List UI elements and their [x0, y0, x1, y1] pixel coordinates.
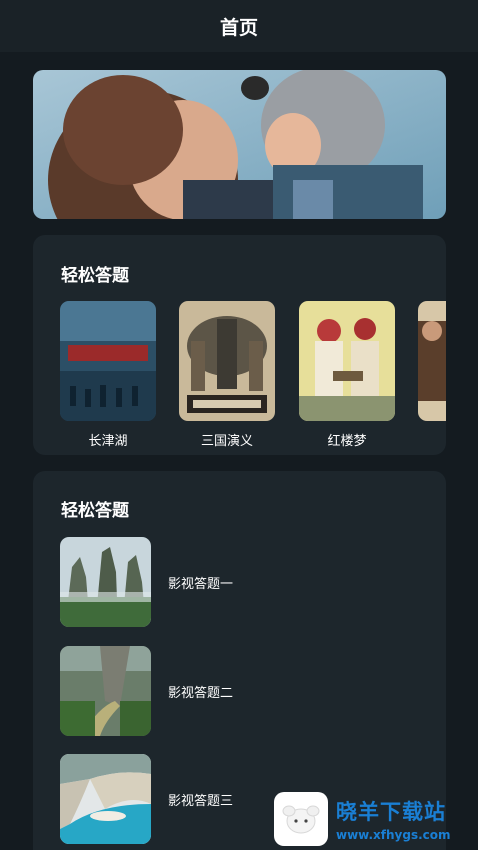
- quiz-item-label: 影视答题二: [168, 685, 234, 701]
- poster-section-card: 轻松答题 长津湖 三国演义 红楼梦: [33, 235, 446, 455]
- poster-label: 红楼梦: [327, 434, 367, 449]
- page-title: 首页: [219, 16, 258, 39]
- quiz-item-label: 影视答题三: [168, 793, 234, 809]
- poster-label: 长津湖: [88, 434, 128, 449]
- quiz-thumb-cliff: [60, 646, 151, 736]
- site-watermark: 晓羊下载站 www.xfhygs.com: [274, 788, 478, 850]
- quiz-item-1[interactable]: 影视答题一: [60, 537, 420, 627]
- poster-carousel[interactable]: 长津湖 三国演义 红楼梦: [60, 301, 446, 451]
- poster-item-sanguoyanyi[interactable]: 三国演义: [179, 301, 275, 449]
- poster-item-changjinhu[interactable]: 长津湖: [60, 301, 156, 449]
- hongloumeng-poster-image: [299, 301, 395, 421]
- top-bar: 首页: [0, 0, 478, 52]
- changjinhu-poster-image: [60, 301, 156, 421]
- sanguoyanyi-poster-image: [179, 301, 275, 421]
- quiz-item-label: 影视答题一: [168, 576, 234, 592]
- poster-label: 三国演义: [200, 434, 253, 449]
- watermark-site-url: www.xfhygs.com: [336, 828, 451, 842]
- watermark-site-name: 晓羊下载站: [336, 800, 446, 824]
- poster-item-partial[interactable]: [418, 301, 446, 430]
- poster-item-hongloumeng[interactable]: 红楼梦: [299, 301, 395, 449]
- quiz-thumb-karst: [60, 537, 151, 627]
- partial-poster-image: [418, 301, 446, 421]
- sheep-logo-icon: [274, 792, 328, 846]
- quiz-item-2[interactable]: 影视答题二: [60, 646, 420, 736]
- quiz-thumb-beach: [60, 754, 151, 844]
- poster-section-title: 轻松答题: [61, 266, 129, 286]
- quiz-section-title: 轻松答题: [61, 501, 129, 521]
- banner-image[interactable]: [33, 70, 446, 219]
